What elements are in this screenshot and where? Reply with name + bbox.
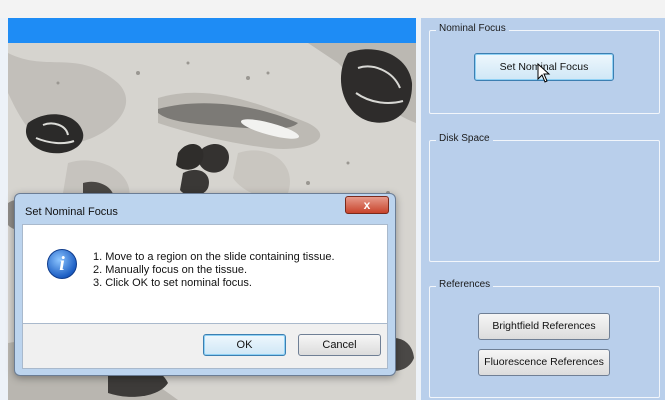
cancel-button[interactable]: Cancel bbox=[298, 334, 381, 356]
message-line: 2. Manually focus on the tissue. bbox=[93, 264, 248, 276]
brightfield-references-button[interactable]: Brightfield References bbox=[478, 313, 610, 340]
dialog-title: Set Nominal Focus bbox=[25, 206, 118, 218]
dialog-message: 1. Move to a region on the slide contain… bbox=[93, 251, 335, 290]
ok-button[interactable]: OK bbox=[203, 334, 286, 356]
references-legend: References bbox=[436, 279, 494, 290]
right-panel: Nominal Focus Set Nominal Focus Disk Spa… bbox=[421, 18, 665, 400]
set-nominal-focus-dialog: Set Nominal Focus x i 1. Move to a regio… bbox=[14, 193, 396, 376]
info-icon: i bbox=[47, 249, 77, 279]
viewer-title-bar bbox=[8, 18, 416, 43]
dialog-footer: OK Cancel bbox=[22, 324, 388, 369]
disk-space-group: Disk Space bbox=[429, 133, 660, 262]
message-line: 1. Move to a region on the slide contain… bbox=[93, 251, 335, 263]
nominal-focus-group: Nominal Focus Set Nominal Focus bbox=[429, 23, 660, 114]
dialog-body: i 1. Move to a region on the slide conta… bbox=[22, 224, 388, 324]
message-line: 3. Click OK to set nominal focus. bbox=[93, 277, 252, 289]
fluorescence-references-button[interactable]: Fluorescence References bbox=[478, 349, 610, 376]
disk-space-legend: Disk Space bbox=[436, 133, 493, 144]
mouse-cursor-icon bbox=[537, 63, 551, 83]
nominal-focus-legend: Nominal Focus bbox=[436, 23, 509, 34]
close-icon[interactable]: x bbox=[345, 196, 389, 214]
references-group: References Brightfield References Fluore… bbox=[429, 279, 660, 398]
top-strip bbox=[0, 0, 665, 18]
